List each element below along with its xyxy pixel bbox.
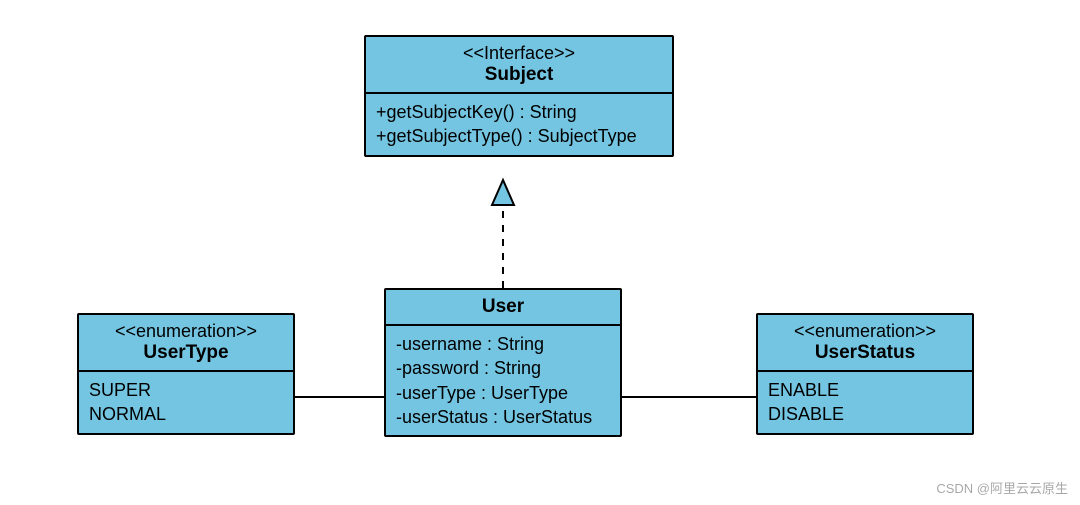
class-header: <<enumeration>> UserStatus: [758, 315, 972, 372]
method: +getSubjectKey() : String: [376, 100, 662, 124]
realization-user-to-subject: [492, 180, 514, 288]
literal: DISABLE: [768, 402, 962, 426]
class-name: Subject: [376, 64, 662, 86]
class-literals: ENABLE DISABLE: [758, 372, 972, 433]
stereotype-label: <<enumeration>>: [89, 321, 283, 342]
literal: NORMAL: [89, 402, 283, 426]
class-box-subject: <<Interface>> Subject +getSubjectKey() :…: [364, 35, 674, 157]
attribute: -userStatus : UserStatus: [396, 405, 610, 429]
method: +getSubjectType() : SubjectType: [376, 124, 662, 148]
class-header: User: [386, 290, 620, 326]
attribute: -username : String: [396, 332, 610, 356]
class-name: UserStatus: [768, 342, 962, 364]
stereotype-label: <<enumeration>>: [768, 321, 962, 342]
association-user-userstatus: [622, 396, 756, 398]
class-box-usertype: <<enumeration>> UserType SUPER NORMAL: [77, 313, 295, 435]
class-header: <<Interface>> Subject: [366, 37, 672, 94]
class-methods: +getSubjectKey() : String +getSubjectTyp…: [366, 94, 672, 155]
association-usertype-user: [295, 396, 384, 398]
class-header: <<enumeration>> UserType: [79, 315, 293, 372]
attribute: -password : String: [396, 356, 610, 380]
literal: SUPER: [89, 378, 283, 402]
class-name: UserType: [89, 342, 283, 364]
class-box-userstatus: <<enumeration>> UserStatus ENABLE DISABL…: [756, 313, 974, 435]
class-attributes: -username : String -password : String -u…: [386, 326, 620, 435]
class-name: User: [396, 296, 610, 318]
watermark-text: CSDN @阿里云云原生: [936, 478, 1068, 497]
stereotype-label: <<Interface>>: [376, 43, 662, 64]
attribute: -userType : UserType: [396, 381, 610, 405]
class-literals: SUPER NORMAL: [79, 372, 293, 433]
class-box-user: User -username : String -password : Stri…: [384, 288, 622, 437]
literal: ENABLE: [768, 378, 962, 402]
